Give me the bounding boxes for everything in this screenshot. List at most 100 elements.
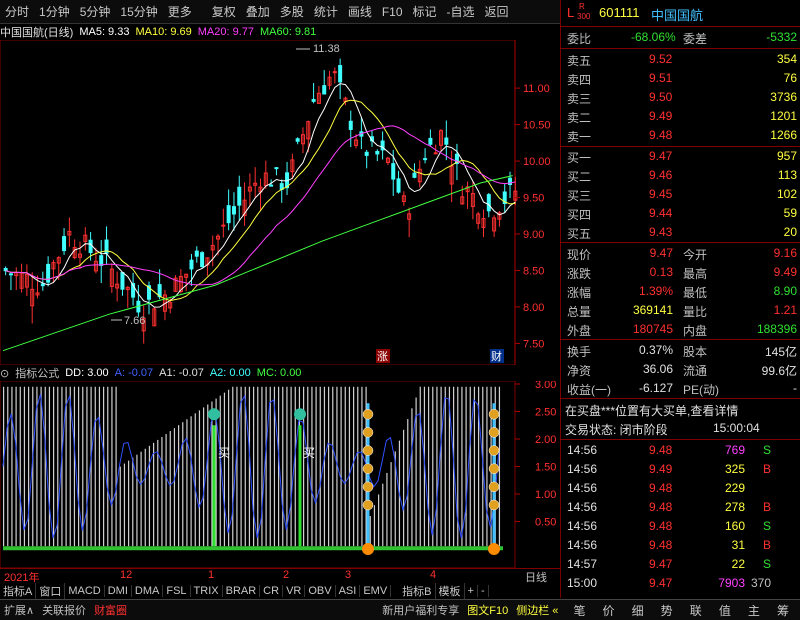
toolbar-item[interactable]: 15分钟 [115, 3, 162, 20]
money-icon [362, 409, 374, 420]
candle-body [375, 150, 380, 155]
toolbar-item[interactable]: 5分钟 [75, 3, 116, 20]
indicator-chart[interactable]: 3.00 2.50 2.00 1.50 1.00 0.50 买 买 [0, 381, 560, 568]
price-icon[interactable]: 价 [596, 604, 622, 618]
tab-window[interactable]: 窗口 [36, 583, 66, 599]
tab-macd[interactable]: MACD [65, 585, 105, 597]
sidebar-toggle[interactable]: 侧边栏 « [512, 602, 562, 618]
tab-cr[interactable]: CR [260, 585, 284, 597]
tab-fsl[interactable]: FSL [163, 585, 191, 597]
tab-dma[interactable]: DMA [132, 585, 164, 597]
money-icon [488, 427, 500, 438]
tab-vr[interactable]: VR [283, 585, 306, 597]
related-quotes-link[interactable]: 关联报价 [38, 602, 90, 618]
toolbar-item[interactable]: F10 [377, 5, 408, 19]
toolbar-item[interactable]: 叠加 [241, 3, 275, 20]
buy-signal-label: 买 [303, 446, 315, 460]
fundamental-row: 换手 0.37% 股本 145亿 [561, 342, 800, 361]
toolbar-item[interactable]: 多股 [275, 3, 309, 20]
tab-dmi[interactable]: DMI [105, 585, 132, 597]
candle-body [221, 224, 226, 227]
toolbar-item[interactable]: 统计 [309, 3, 343, 20]
tab-emv[interactable]: EMV [360, 585, 392, 597]
toolbar-item[interactable]: 返回 [480, 3, 514, 20]
zoom-in-button[interactable]: + [465, 585, 478, 597]
stat-label: 最高 [683, 267, 708, 281]
bid-label: 买五 [567, 227, 592, 241]
indicator-bar [136, 454, 138, 547]
new-user-benefit-link[interactable]: 新用户福利专享 [378, 602, 463, 618]
wealth-circle-link[interactable]: 财富圈 [90, 602, 131, 618]
f10-link[interactable]: 图文F10 [463, 602, 512, 618]
toolbar-item[interactable]: 更多 [163, 3, 197, 20]
indicator-menu-icon[interactable]: ⊙ [0, 367, 9, 380]
tab-indicator-a[interactable]: 指标A [0, 583, 37, 599]
buy-signal-label: 买 [218, 446, 230, 460]
big-order-notice[interactable]: 在买盘***位置有大买单,查看详情 [561, 401, 800, 420]
limit-up-marker[interactable]: 涨 [377, 350, 388, 363]
ask-price: 9.48 [649, 128, 673, 142]
indicator-bar [78, 386, 80, 547]
indicator-bar [119, 466, 121, 547]
detail-icon[interactable]: 细 [625, 604, 651, 618]
tick-row: 14:56 9.48 31 B [561, 537, 800, 556]
toolbar-item[interactable]: -自选 [442, 3, 480, 20]
indicator-a1: A1: -0.07 [159, 367, 204, 379]
link-icon[interactable]: 联 [683, 604, 709, 618]
fund-label: 股本 [683, 345, 708, 359]
indicator-bar [332, 386, 334, 547]
main-icon[interactable]: 主 [741, 604, 767, 618]
candle-body [194, 250, 199, 257]
indicator-name[interactable]: 指标公式 [15, 365, 59, 381]
notice-text[interactable]: 在买盘***位置有大买单,查看详情 [565, 402, 738, 419]
stat-value: 188396 [756, 322, 797, 336]
chips-icon[interactable]: 筹 [770, 604, 796, 618]
money-icon [488, 445, 500, 456]
ask-volume: 1201 [770, 109, 797, 123]
candle-body [423, 158, 428, 161]
value-icon[interactable]: 值 [712, 604, 738, 618]
kline-chart[interactable]: 11.00 10.50 10.00 9.50 9.00 8.50 8.00 7.50 11.3… [0, 40, 560, 365]
stat-value: 9.16 [773, 246, 797, 260]
high-price-annotation: 11.38 [313, 43, 340, 55]
ask-price: 9.50 [649, 90, 673, 104]
stat-row: 现价 9.47 今开 9.16 [561, 245, 800, 264]
expand-button[interactable]: 扩展∧ [0, 602, 38, 618]
tab-brar[interactable]: BRAR [223, 585, 261, 597]
tick-row: 14:56 9.48 769 S [561, 442, 800, 461]
bid-row: 买二 9.46 113 [561, 167, 800, 186]
finance-marker[interactable]: 财 [491, 349, 502, 363]
tab-obv[interactable]: OBV [305, 585, 336, 597]
toolbar-item[interactable]: 分时 [0, 3, 34, 20]
candle-body [396, 178, 401, 193]
toolbar-item[interactable]: 画线 [343, 3, 377, 20]
fund-value: 36.06 [642, 362, 673, 376]
period-toolbar: 分时 1分钟 5分钟 15分钟 更多 复权 叠加 多股 统计 画线 F10 标记… [0, 0, 560, 24]
tab-asi[interactable]: ASI [336, 585, 361, 597]
zoom-out-button[interactable]: - [478, 585, 489, 597]
indicator-bar [436, 386, 438, 547]
price-tick-label: 11.00 [523, 83, 550, 95]
indicator-bar [232, 386, 234, 547]
indicator-bar [311, 386, 313, 547]
bid-volume: 102 [776, 187, 797, 201]
candle-body [88, 239, 93, 254]
toolbar-item[interactable]: 1分钟 [34, 3, 75, 20]
tab-trix[interactable]: TRIX [191, 585, 223, 597]
stat-label: 最低 [683, 286, 708, 300]
indicator-bar [357, 386, 359, 547]
tick-time: 14:56 [567, 538, 598, 552]
indicator-a: A: -0.07 [114, 367, 154, 379]
tick-time: 14:57 [567, 557, 598, 571]
toolbar-item[interactable]: 标记 [408, 3, 442, 20]
tab-template[interactable]: 模板 [436, 583, 465, 599]
tab-indicator-b[interactable]: 指标B [399, 583, 436, 599]
indicator-bar [415, 397, 417, 547]
indicator-bar [198, 410, 201, 547]
indicator-bar [444, 386, 446, 547]
tick-icon[interactable]: 笔 [566, 604, 592, 618]
trend-icon[interactable]: 势 [654, 604, 680, 618]
toolbar-item[interactable]: 复权 [207, 3, 241, 20]
tick-row: 14:56 9.48 278 B [561, 499, 800, 518]
indicator-bar [203, 407, 205, 547]
